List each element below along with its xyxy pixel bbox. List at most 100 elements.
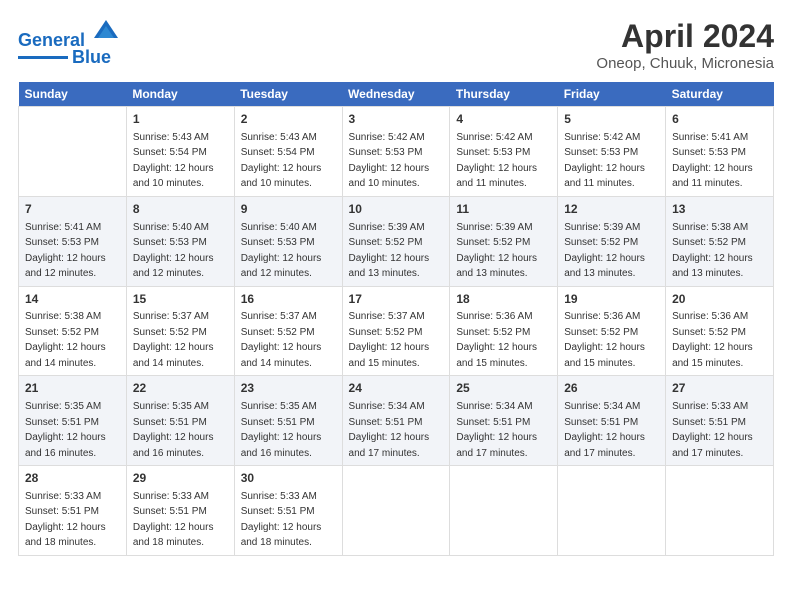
cell-week2-day5: 11Sunrise: 5:39 AMSunset: 5:52 PMDayligh… xyxy=(450,196,558,286)
day-number: 30 xyxy=(241,470,336,487)
cell-week5-day5 xyxy=(450,466,558,556)
cell-week1-day5: 4 Sunrise: 5:42 AMSunset: 5:53 PMDaylight… xyxy=(450,107,558,197)
week-row-5: 28Sunrise: 5:33 AMSunset: 5:51 PMDayligh… xyxy=(19,466,774,556)
cell-week5-day6 xyxy=(558,466,666,556)
cell-text: Sunrise: 5:33 AMSunset: 5:51 PMDaylight:… xyxy=(241,491,322,549)
cell-week5-day3: 30 Sunrise: 5:33 AMSunset: 5:51 PMDayligh… xyxy=(234,466,342,556)
cell-week5-day7 xyxy=(666,466,774,556)
col-tuesday: Tuesday xyxy=(234,82,342,107)
cell-text: Sunrise: 5:39 AMSunset: 5:52 PMDaylight:… xyxy=(349,222,430,280)
cell-week5-day4 xyxy=(342,466,450,556)
cell-week4-day2: 22Sunrise: 5:35 AMSunset: 5:51 PMDayligh… xyxy=(126,376,234,466)
cell-text: Sunrise: 5:33 AMSunset: 5:51 PMDaylight:… xyxy=(672,401,753,459)
cell-week4-day5: 25Sunrise: 5:34 AMSunset: 5:51 PMDayligh… xyxy=(450,376,558,466)
col-wednesday: Wednesday xyxy=(342,82,450,107)
col-sunday: Sunday xyxy=(19,82,127,107)
cell-week2-day6: 12Sunrise: 5:39 AMSunset: 5:52 PMDayligh… xyxy=(558,196,666,286)
week-row-1: 1 Sunrise: 5:43 AMSunset: 5:54 PMDaylight… xyxy=(19,107,774,197)
cell-text: Sunrise: 5:33 AMSunset: 5:51 PMDaylight:… xyxy=(25,491,106,549)
header: General Blue April 2024 Oneop, Chuuk, Mi… xyxy=(18,18,774,72)
day-number: 29 xyxy=(133,470,228,487)
day-number: 4 xyxy=(456,111,551,128)
cell-week2-day7: 13 Sunrise: 5:38 AMSunset: 5:52 PMDayligh… xyxy=(666,196,774,286)
col-saturday: Saturday xyxy=(666,82,774,107)
day-number: 23 xyxy=(241,380,336,397)
cell-week4-day7: 27 Sunrise: 5:33 AMSunset: 5:51 PMDayligh… xyxy=(666,376,774,466)
cell-text: Sunrise: 5:34 AMSunset: 5:51 PMDaylight:… xyxy=(564,401,645,459)
cell-text: Sunrise: 5:35 AMSunset: 5:51 PMDaylight:… xyxy=(241,401,322,459)
cell-week3-day4: 17Sunrise: 5:37 AMSunset: 5:52 PMDayligh… xyxy=(342,286,450,376)
logo-blue: Blue xyxy=(72,47,111,68)
calendar-body: 1 Sunrise: 5:43 AMSunset: 5:54 PMDaylight… xyxy=(19,107,774,556)
day-number: 10 xyxy=(349,201,444,218)
cell-week2-day1: 7Sunrise: 5:41 AMSunset: 5:53 PMDaylight… xyxy=(19,196,127,286)
cell-text: Sunrise: 5:39 AMSunset: 5:52 PMDaylight:… xyxy=(456,222,537,280)
cell-week3-day3: 16 Sunrise: 5:37 AMSunset: 5:52 PMDayligh… xyxy=(234,286,342,376)
week-row-2: 7Sunrise: 5:41 AMSunset: 5:53 PMDaylight… xyxy=(19,196,774,286)
day-number: 21 xyxy=(25,380,120,397)
day-number: 27 xyxy=(672,380,767,397)
day-number: 25 xyxy=(456,380,551,397)
cell-week3-day1: 14 Sunrise: 5:38 AMSunset: 5:52 PMDayligh… xyxy=(19,286,127,376)
cell-text: Sunrise: 5:42 AMSunset: 5:53 PMDaylight:… xyxy=(456,132,537,190)
logo: General Blue xyxy=(18,18,120,68)
day-number: 24 xyxy=(349,380,444,397)
cell-text: Sunrise: 5:39 AMSunset: 5:52 PMDaylight:… xyxy=(564,222,645,280)
day-number: 13 xyxy=(672,201,767,218)
cell-text: Sunrise: 5:41 AMSunset: 5:53 PMDaylight:… xyxy=(672,132,753,190)
cell-text: Sunrise: 5:36 AMSunset: 5:52 PMDaylight:… xyxy=(456,311,537,369)
col-monday: Monday xyxy=(126,82,234,107)
calendar-table: Sunday Monday Tuesday Wednesday Thursday… xyxy=(18,82,774,556)
subtitle: Oneop, Chuuk, Micronesia xyxy=(596,55,774,72)
cell-week2-day3: 9 Sunrise: 5:40 AMSunset: 5:53 PMDaylight… xyxy=(234,196,342,286)
cell-week3-day7: 20 Sunrise: 5:36 AMSunset: 5:52 PMDayligh… xyxy=(666,286,774,376)
cell-text: Sunrise: 5:40 AMSunset: 5:53 PMDaylight:… xyxy=(133,222,214,280)
cell-text: Sunrise: 5:42 AMSunset: 5:53 PMDaylight:… xyxy=(349,132,430,190)
cell-week1-day4: 3Sunrise: 5:42 AMSunset: 5:53 PMDaylight… xyxy=(342,107,450,197)
cell-week5-day1: 28Sunrise: 5:33 AMSunset: 5:51 PMDayligh… xyxy=(19,466,127,556)
cell-text: Sunrise: 5:35 AMSunset: 5:51 PMDaylight:… xyxy=(25,401,106,459)
cell-text: Sunrise: 5:38 AMSunset: 5:52 PMDaylight:… xyxy=(25,311,106,369)
cell-text: Sunrise: 5:43 AMSunset: 5:54 PMDaylight:… xyxy=(241,132,322,190)
day-number: 1 xyxy=(133,111,228,128)
day-number: 22 xyxy=(133,380,228,397)
day-number: 6 xyxy=(672,111,767,128)
day-number: 19 xyxy=(564,291,659,308)
day-number: 8 xyxy=(133,201,228,218)
col-thursday: Thursday xyxy=(450,82,558,107)
cell-text: Sunrise: 5:34 AMSunset: 5:51 PMDaylight:… xyxy=(349,401,430,459)
day-number: 17 xyxy=(349,291,444,308)
cell-text: Sunrise: 5:42 AMSunset: 5:53 PMDaylight:… xyxy=(564,132,645,190)
cell-week3-day5: 18 Sunrise: 5:36 AMSunset: 5:52 PMDayligh… xyxy=(450,286,558,376)
cell-week5-day2: 29 Sunrise: 5:33 AMSunset: 5:51 PMDayligh… xyxy=(126,466,234,556)
logo-icon xyxy=(92,18,120,46)
day-number: 14 xyxy=(25,291,120,308)
day-number: 9 xyxy=(241,201,336,218)
week-row-4: 21 Sunrise: 5:35 AMSunset: 5:51 PMDayligh… xyxy=(19,376,774,466)
day-number: 5 xyxy=(564,111,659,128)
cell-week1-day7: 6 Sunrise: 5:41 AMSunset: 5:53 PMDaylight… xyxy=(666,107,774,197)
day-number: 16 xyxy=(241,291,336,308)
cell-text: Sunrise: 5:33 AMSunset: 5:51 PMDaylight:… xyxy=(133,491,214,549)
cell-text: Sunrise: 5:40 AMSunset: 5:53 PMDaylight:… xyxy=(241,222,322,280)
cell-week1-day6: 5 Sunrise: 5:42 AMSunset: 5:53 PMDaylight… xyxy=(558,107,666,197)
cell-week4-day4: 24 Sunrise: 5:34 AMSunset: 5:51 PMDayligh… xyxy=(342,376,450,466)
cell-week2-day4: 10 Sunrise: 5:39 AMSunset: 5:52 PMDayligh… xyxy=(342,196,450,286)
day-number: 26 xyxy=(564,380,659,397)
cell-text: Sunrise: 5:37 AMSunset: 5:52 PMDaylight:… xyxy=(241,311,322,369)
cell-week4-day1: 21 Sunrise: 5:35 AMSunset: 5:51 PMDayligh… xyxy=(19,376,127,466)
col-friday: Friday xyxy=(558,82,666,107)
page: General Blue April 2024 Oneop, Chuuk, Mi… xyxy=(0,0,792,612)
day-number: 2 xyxy=(241,111,336,128)
calendar-header: Sunday Monday Tuesday Wednesday Thursday… xyxy=(19,82,774,107)
cell-text: Sunrise: 5:38 AMSunset: 5:52 PMDaylight:… xyxy=(672,222,753,280)
cell-week4-day6: 26 Sunrise: 5:34 AMSunset: 5:51 PMDayligh… xyxy=(558,376,666,466)
day-number: 18 xyxy=(456,291,551,308)
day-number: 20 xyxy=(672,291,767,308)
title-block: April 2024 Oneop, Chuuk, Micronesia xyxy=(596,18,774,72)
week-row-3: 14 Sunrise: 5:38 AMSunset: 5:52 PMDayligh… xyxy=(19,286,774,376)
cell-week4-day3: 23 Sunrise: 5:35 AMSunset: 5:51 PMDayligh… xyxy=(234,376,342,466)
cell-text: Sunrise: 5:36 AMSunset: 5:52 PMDaylight:… xyxy=(672,311,753,369)
cell-week1-day1 xyxy=(19,107,127,197)
cell-week1-day2: 1Sunrise: 5:43 AMSunset: 5:54 PMDaylight… xyxy=(126,107,234,197)
